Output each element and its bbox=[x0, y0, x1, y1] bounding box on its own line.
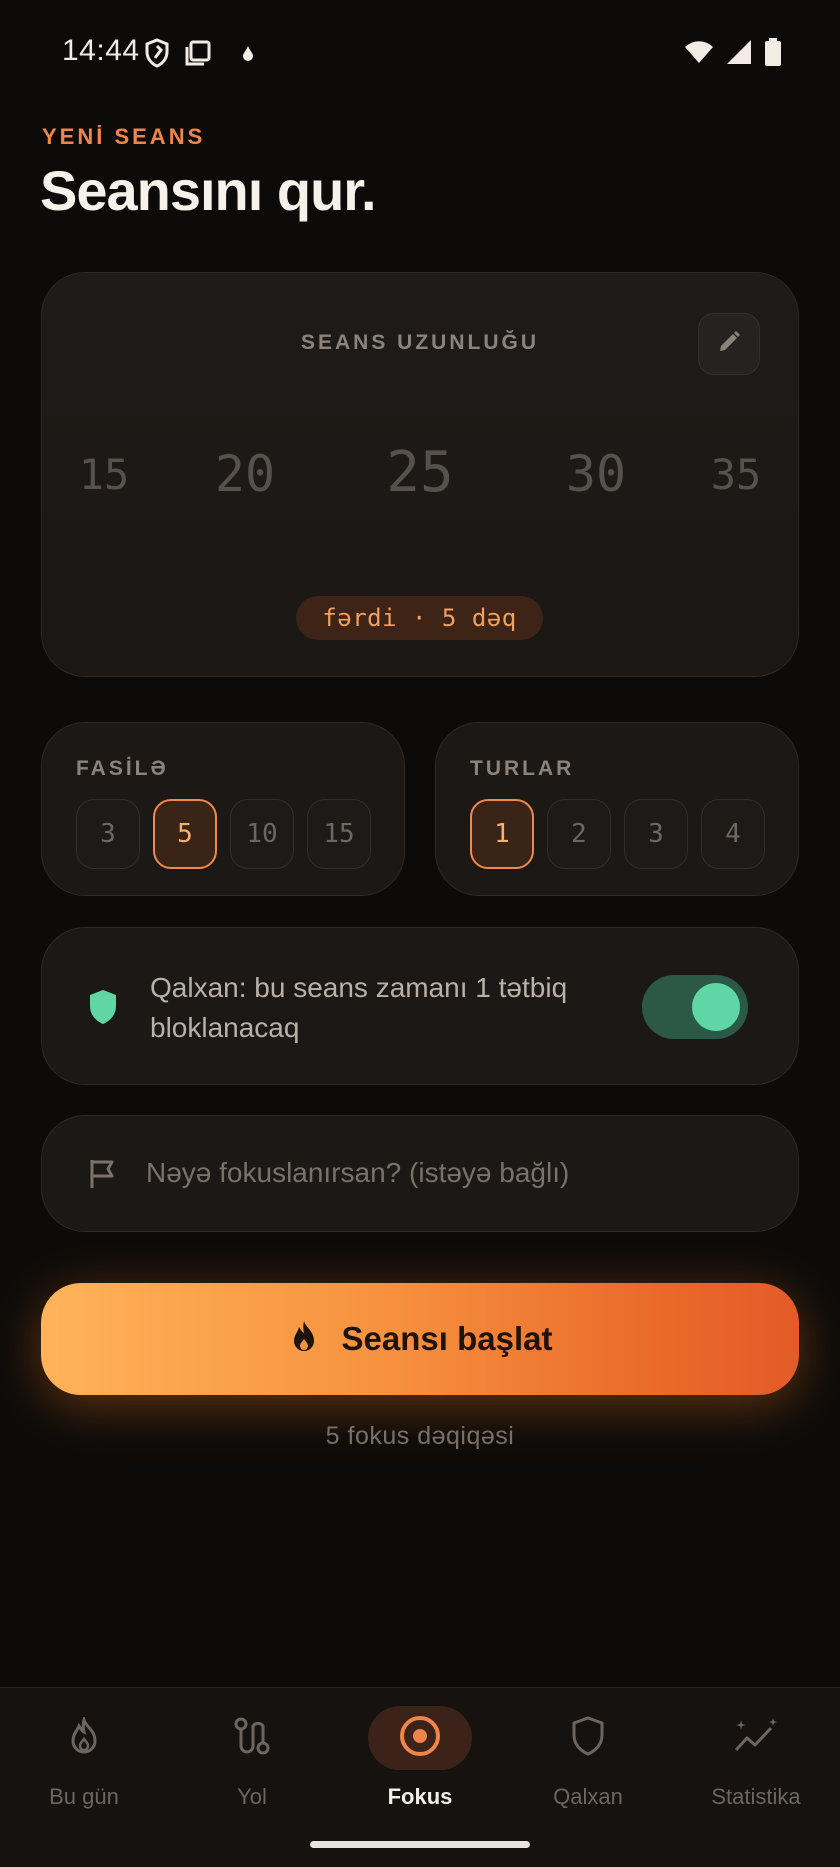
route-icon bbox=[233, 1716, 271, 1761]
break-option-15[interactable]: 15 bbox=[307, 799, 371, 869]
duration-option[interactable]: 25 bbox=[386, 440, 453, 505]
nav-label-today: Bu gün bbox=[49, 1784, 119, 1809]
shield-toggle[interactable] bbox=[642, 975, 748, 1039]
signal-icon bbox=[726, 39, 752, 70]
rounds-options: 1 2 3 4 bbox=[470, 799, 765, 869]
break-option-3[interactable]: 3 bbox=[76, 799, 140, 869]
rounds-label: TURLAR bbox=[470, 757, 575, 780]
shield-description: Qalxan: bu seans zamanı 1 tətbiq bloklan… bbox=[150, 972, 568, 1043]
break-option-10[interactable]: 10 bbox=[230, 799, 294, 869]
rounds-card: TURLAR 1 2 3 4 bbox=[435, 722, 799, 896]
bottom-navigation: Bu gün Yol Fokus Qalxan Statistika bbox=[0, 1687, 840, 1867]
rounds-option-1[interactable]: 1 bbox=[470, 799, 534, 869]
nav-item-route[interactable]: Yol bbox=[168, 1688, 336, 1838]
nav-label-shield: Qalxan bbox=[553, 1784, 623, 1809]
screen-icon bbox=[184, 39, 212, 72]
focus-minutes-summary: 5 fokus dəqiqəsi bbox=[325, 1422, 515, 1450]
drop-icon bbox=[242, 45, 254, 66]
battery-icon bbox=[764, 38, 782, 71]
flag-icon bbox=[88, 1158, 116, 1195]
duration-option[interactable]: 15 bbox=[79, 450, 130, 499]
status-time: 14:44 bbox=[62, 34, 140, 67]
start-session-label: Seansı başlat bbox=[341, 1320, 553, 1357]
shield-icon bbox=[571, 1715, 605, 1761]
nav-item-focus[interactable]: Fokus bbox=[336, 1688, 504, 1838]
nav-item-today[interactable]: Bu gün bbox=[0, 1688, 168, 1838]
target-icon bbox=[398, 1714, 442, 1763]
break-card: FASİLƏ 3 5 10 15 bbox=[41, 722, 405, 896]
nav-label-focus: Fokus bbox=[387, 1784, 453, 1809]
page-title: Seansını qur. bbox=[40, 159, 377, 222]
custom-duration-badge: fərdi · 5 dəq bbox=[296, 596, 543, 640]
sparkle-chart-icon bbox=[733, 1716, 779, 1761]
session-length-label: SEANS UZUNLUĞU bbox=[300, 331, 539, 354]
nav-item-shield[interactable]: Qalxan bbox=[504, 1688, 672, 1838]
break-option-5[interactable]: 5 bbox=[153, 799, 217, 869]
status-bar: 14:44 bbox=[0, 0, 840, 106]
focus-goal-input[interactable]: Nəyə fokuslanırsan? (istəyə bağlı) bbox=[41, 1115, 799, 1232]
flame-icon bbox=[67, 1713, 101, 1760]
duration-option[interactable]: 20 bbox=[215, 445, 275, 503]
duration-option[interactable]: 30 bbox=[566, 445, 626, 503]
break-label: FASİLƏ bbox=[76, 757, 169, 780]
nav-item-statistics[interactable]: Statistika bbox=[672, 1688, 840, 1838]
edit-length-button[interactable] bbox=[698, 313, 760, 375]
duration-option[interactable]: 35 bbox=[711, 450, 762, 499]
shield-icon bbox=[88, 989, 118, 1030]
nav-label-route: Yol bbox=[237, 1784, 267, 1809]
duration-wheel[interactable]: 15 20 25 30 35 bbox=[0, 440, 840, 520]
home-indicator[interactable] bbox=[310, 1841, 530, 1848]
pencil-icon bbox=[716, 329, 742, 360]
shield-card: Qalxan: bu seans zamanı 1 tətbiq bloklan… bbox=[41, 927, 799, 1085]
focus-goal-placeholder: Nəyə fokuslanırsan? (istəyə bağlı) bbox=[146, 1157, 570, 1188]
start-session-button[interactable]: Seansı başlat bbox=[41, 1283, 799, 1395]
wifi-icon bbox=[684, 40, 714, 69]
nav-label-statistics: Statistika bbox=[711, 1784, 801, 1809]
section-eyebrow: YENİ SEANS bbox=[42, 124, 206, 149]
rounds-option-3[interactable]: 3 bbox=[624, 799, 688, 869]
rounds-option-2[interactable]: 2 bbox=[547, 799, 611, 869]
rounds-option-4[interactable]: 4 bbox=[701, 799, 765, 869]
shield-outline-icon bbox=[144, 38, 170, 73]
flame-icon bbox=[288, 1319, 320, 1360]
break-options: 3 5 10 15 bbox=[76, 799, 371, 869]
toggle-knob bbox=[692, 983, 740, 1031]
